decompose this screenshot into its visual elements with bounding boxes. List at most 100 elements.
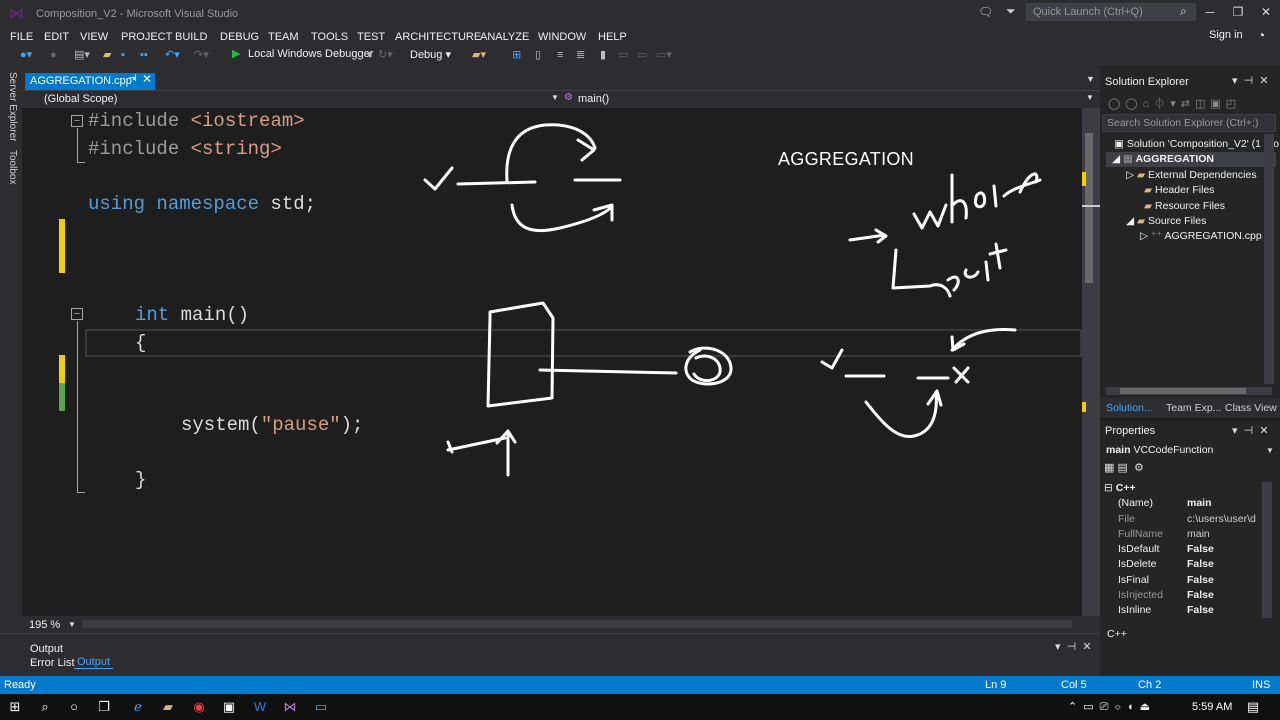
restore-button[interactable]: ❐ (1228, 5, 1248, 21)
tree-item-header-files[interactable]: ▰ Header Files (1144, 183, 1215, 198)
menu-file[interactable]: FILE (10, 28, 33, 46)
property-category[interactable]: ⊟ C++ (1104, 482, 1136, 494)
visual-studio-taskbar-icon[interactable]: ⋈ (280, 698, 300, 716)
debugger-dropdown-icon[interactable]: ▾ (367, 47, 373, 63)
menu-edit[interactable]: EDIT (44, 28, 69, 46)
editor-horizontal-scrollbar[interactable] (82, 620, 1072, 628)
property-value[interactable]: False (1187, 558, 1214, 570)
clear-bookmarks-icon[interactable]: ▭▾ (656, 47, 672, 63)
navigate-forward-icon[interactable]: ● (50, 47, 57, 63)
tree-item-resource-files[interactable]: ▰ Resource Files (1144, 199, 1225, 214)
open-file-icon[interactable]: ▰ (103, 47, 111, 63)
menu-test[interactable]: TEST (357, 28, 385, 46)
menu-debug[interactable]: DEBUG (220, 28, 259, 46)
property-name[interactable]: IsInline (1118, 604, 1151, 616)
tree-item-aggregation-cpp[interactable]: ▷ ⁺⁺ AGGREGATION.cpp (1140, 229, 1262, 244)
tree-item-project[interactable]: ◢ ▦ AGGREGATION (1112, 152, 1214, 167)
menu-analyze[interactable]: ANALYZE (480, 28, 529, 46)
menu-team[interactable]: TEAM (268, 28, 299, 46)
menu-view[interactable]: VIEW (80, 28, 108, 46)
quick-launch-input[interactable]: Quick Launch (Ctrl+Q) (1026, 3, 1196, 21)
scrollbar-thumb[interactable] (1120, 388, 1246, 394)
tab-solution-explorer[interactable]: Solution... (1106, 402, 1153, 414)
property-name[interactable]: IsDelete (1118, 558, 1157, 570)
outline-collapse-toggle[interactable]: − (71, 115, 83, 127)
property-name[interactable]: (Name) (1118, 497, 1153, 509)
undo-icon[interactable]: ↶▾ (165, 47, 180, 63)
tree-item-solution[interactable]: ▣ Solution 'Composition_V2' (1 pro (1114, 137, 1279, 152)
sign-in-link[interactable]: Sign in (1209, 29, 1243, 41)
tree-item-source-files[interactable]: ◢ ▰ Source Files (1126, 214, 1206, 229)
tab-output[interactable]: Output (74, 656, 114, 669)
chrome-icon[interactable]: ◉ (189, 698, 209, 716)
tab-overflow-icon[interactable]: ▼ (1086, 74, 1095, 84)
close-window-button[interactable]: ✕ (1256, 5, 1276, 21)
property-value[interactable]: False (1187, 574, 1214, 586)
task-view-icon[interactable]: ❐ (94, 698, 114, 716)
server-explorer-tab[interactable]: Server Explorer (6, 72, 18, 141)
panel-controls[interactable]: ▾ ⊣ ✕ (1232, 74, 1269, 87)
refresh-icon[interactable]: ↻▾ (378, 47, 393, 63)
chevron-down-icon[interactable]: ▼ (551, 93, 559, 102)
member-select[interactable]: main() (578, 93, 609, 105)
scrollbar-thumb[interactable] (1085, 133, 1093, 283)
chevron-down-icon[interactable]: ▼ (68, 620, 76, 629)
solution-vertical-scrollbar[interactable] (1264, 134, 1274, 384)
property-value[interactable]: c:\users\user\d (1187, 513, 1256, 525)
property-name[interactable]: IsInjected (1118, 589, 1163, 601)
property-name[interactable]: FullName (1118, 528, 1163, 540)
save-icon[interactable]: ▪ (121, 47, 125, 63)
store-icon[interactable]: ▣ (219, 698, 239, 716)
cortana-icon[interactable]: ○ (64, 698, 84, 716)
properties-scrollbar[interactable] (1262, 482, 1272, 618)
solution-configuration-select[interactable]: Debug ▾ (404, 47, 462, 63)
tab-class-view[interactable]: Class View (1225, 402, 1277, 414)
property-value[interactable]: main (1187, 528, 1210, 540)
new-project-icon[interactable]: ▤▾ (74, 47, 90, 63)
property-name[interactable]: IsDefault (1118, 543, 1159, 555)
start-debugging-button[interactable]: Local Windows Debugger (248, 48, 373, 60)
uncomment-icon[interactable]: ≣ (576, 47, 585, 63)
system-tray-icons[interactable]: ⌃▭⎚⌔◖⏏ (1068, 700, 1156, 714)
panel-controls[interactable]: ▾ ⊣ ✕ (1232, 424, 1269, 437)
solution-search-input[interactable]: Search Solution Explorer (Ctrl+;) (1102, 114, 1276, 132)
toggle-breakpoint-icon[interactable]: ▯ (535, 47, 541, 63)
notifications-icon[interactable]: ▤ (1243, 698, 1263, 716)
property-name[interactable]: IsFinal (1118, 574, 1149, 586)
chevron-down-icon[interactable]: ▼ (1266, 446, 1274, 455)
bookmark-icon[interactable]: ▮ (600, 47, 606, 63)
word-icon[interactable]: W (250, 698, 270, 716)
menu-architecture[interactable]: ARCHITECTURE (395, 28, 481, 46)
tree-item-external-dependencies[interactable]: ▷ ▰ External Dependencies (1126, 168, 1257, 183)
pin-icon[interactable]: ⊣ (128, 73, 137, 84)
solution-explorer-toolbar[interactable]: ◯◯⌂⏀▾⇄◫▣◰ (1108, 95, 1241, 111)
account-icon[interactable]: ◔ (1257, 27, 1265, 43)
search-icon[interactable]: ⌕ (35, 698, 55, 716)
file-explorer-icon[interactable]: ▰ (158, 698, 178, 716)
property-name[interactable]: File (1118, 513, 1135, 525)
next-bookmark-icon[interactable]: ▭ (637, 47, 647, 63)
menu-build[interactable]: BUILD (175, 28, 207, 46)
zoom-select[interactable]: 195 % (29, 619, 60, 631)
taskbar-clock[interactable]: 5:59 AM (1192, 701, 1232, 713)
close-icon[interactable]: ✕ (142, 72, 152, 86)
property-value[interactable]: False (1187, 604, 1214, 616)
notification-filter-icon[interactable]: ⏷ (1006, 4, 1016, 19)
feedback-icon[interactable]: 🗨 (978, 5, 993, 19)
property-value[interactable]: main (1187, 497, 1212, 509)
minimize-button[interactable]: ─ (1200, 5, 1220, 21)
edge-icon[interactable]: ℯ (128, 698, 148, 716)
navigate-back-icon[interactable]: ●▾ (20, 47, 32, 63)
solution-platforms-icon[interactable]: ⊞ (512, 47, 521, 63)
find-in-files-icon[interactable]: ▰▾ (472, 47, 486, 63)
comment-icon[interactable]: ≡ (557, 47, 563, 63)
chevron-down-icon[interactable]: ▼ (1086, 93, 1094, 102)
prev-bookmark-icon[interactable]: ▭ (618, 47, 628, 63)
start-debugging-icon[interactable]: ▶ (232, 47, 240, 60)
windows-start-icon[interactable]: ⊞ (5, 698, 25, 716)
redo-icon[interactable]: ↷▾ (194, 47, 209, 63)
outline-collapse-toggle[interactable]: − (71, 308, 83, 320)
toolbox-tab[interactable]: Toolbox (6, 150, 18, 184)
save-all-icon[interactable]: ▪▪ (140, 47, 148, 63)
property-value[interactable]: False (1187, 543, 1214, 555)
